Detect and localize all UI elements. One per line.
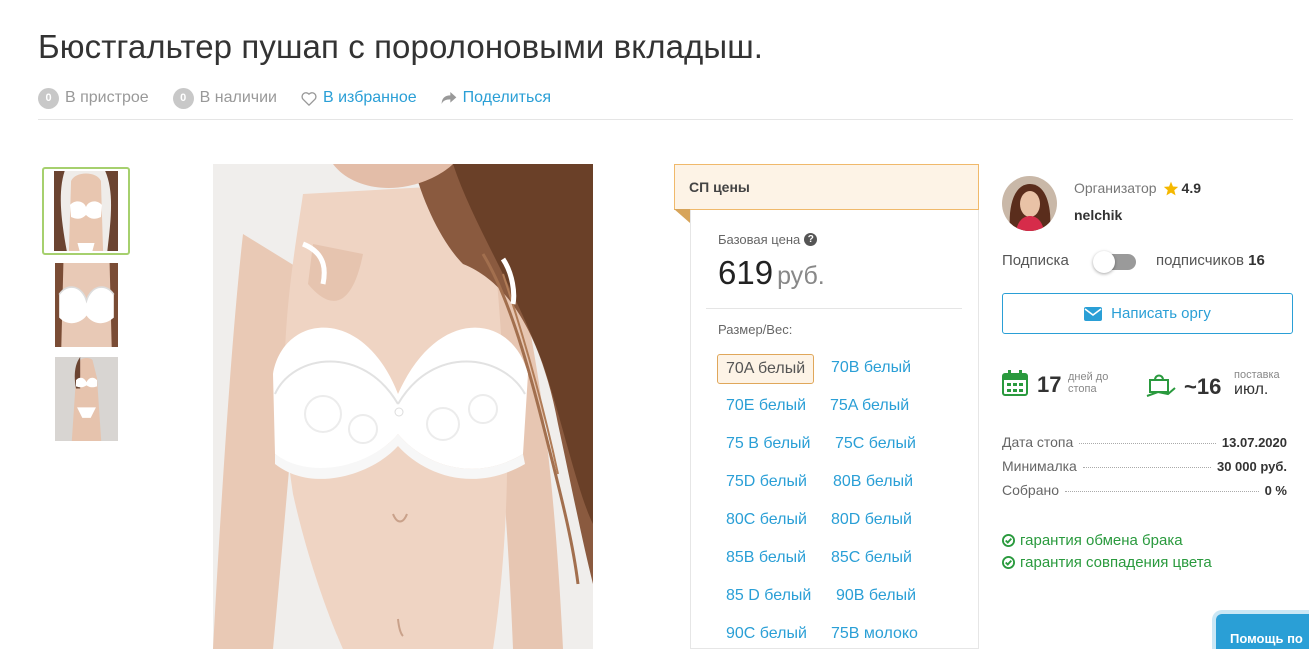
price-amount: 619 — [718, 254, 774, 291]
subscribers-count-text: подписчиков 16 — [1156, 252, 1265, 269]
delivery-bag-icon — [1146, 374, 1176, 397]
attach-label: В пристрое — [65, 89, 149, 106]
share-action[interactable]: Поделиться — [441, 89, 551, 107]
avatar[interactable] — [1002, 176, 1057, 231]
delivery-month: июл. — [1234, 381, 1269, 398]
guarantee-text: гарантия совпадения цвета — [1020, 554, 1212, 571]
product-photo-thumb — [55, 357, 118, 441]
size-option[interactable]: 80B белый — [833, 468, 913, 498]
share-label: Поделиться — [462, 89, 551, 106]
base-price-text: Базовая цена — [718, 232, 801, 247]
attach-count-badge: 0 — [38, 87, 59, 109]
size-option[interactable]: 85B белый — [726, 544, 806, 574]
days-label-1: дней до — [1068, 371, 1109, 383]
attach-action[interactable]: 0 В пристрое — [38, 87, 149, 109]
dot-leader — [1082, 467, 1211, 468]
subscribers-count: 16 — [1248, 252, 1265, 269]
subscribers-label: подписчиков — [1156, 252, 1244, 269]
size-option[interactable]: 75C белый — [835, 430, 916, 460]
size-option[interactable]: 70E белый — [726, 392, 806, 422]
size-option[interactable]: 75B молоко — [831, 620, 918, 649]
favorite-label: В избранное — [322, 89, 417, 106]
size-option[interactable]: 75D белый — [726, 468, 807, 498]
info-value: 13.07.2020 — [1221, 435, 1287, 450]
delivery-label: поставка — [1234, 369, 1280, 381]
guarantee-exchange: гарантия обмена брака — [1002, 532, 1183, 549]
info-label: Минималка — [1002, 458, 1077, 474]
delivery-number: ~16 — [1184, 374, 1222, 399]
size-option[interactable]: 75A белый — [830, 392, 909, 422]
price-panel-header: СП цены — [674, 164, 979, 210]
help-button[interactable]: Помощь по — [1216, 614, 1309, 649]
heart-icon — [301, 91, 317, 106]
product-photo — [213, 164, 593, 649]
size-option[interactable]: 70B белый — [831, 354, 911, 384]
stock-label: В наличии — [199, 89, 277, 106]
in-stock-action[interactable]: 0 В наличии — [172, 87, 277, 109]
size-option[interactable]: 85C белый — [831, 544, 912, 574]
organizer-label: Организатор 4.9 — [1074, 180, 1201, 196]
product-photo-thumb — [55, 263, 118, 347]
dot-leader — [1065, 491, 1259, 492]
check-circle-icon — [1002, 556, 1015, 569]
price-divider — [706, 308, 962, 309]
favorite-action[interactable]: В избранное — [301, 89, 417, 107]
info-value: 30 000 руб. — [1216, 459, 1287, 474]
base-price-label: Базовая цена ? — [718, 232, 818, 247]
message-organizer-button[interactable]: Написать оргу — [1002, 293, 1293, 334]
message-organizer-label: Написать оргу — [1111, 305, 1211, 322]
organizer-name[interactable]: nelchik — [1074, 207, 1122, 223]
price-value: 619 руб. — [718, 254, 825, 292]
stock-count-badge: 0 — [172, 87, 194, 109]
size-option[interactable]: 75 B белый — [726, 430, 810, 460]
info-row-minimum: Минималка 30 000 руб. — [1002, 458, 1287, 474]
size-label: Размер/Вес: — [718, 322, 793, 337]
question-icon[interactable]: ? — [804, 233, 818, 246]
size-option[interactable]: 80D белый — [831, 506, 912, 536]
main-product-photo[interactable] — [213, 164, 593, 649]
size-option[interactable]: 70A белый — [717, 354, 815, 384]
guarantee-text: гарантия обмена брака — [1020, 532, 1183, 549]
envelope-icon — [1084, 306, 1103, 321]
product-photo-thumb — [54, 171, 118, 251]
star-icon — [1163, 181, 1178, 195]
days-label-2: стопа — [1068, 383, 1097, 395]
size-option[interactable]: 80C белый — [726, 506, 807, 536]
check-circle-icon — [1002, 534, 1015, 547]
subscribe-label: Подписка — [1002, 252, 1069, 269]
dot-leader — [1079, 443, 1216, 444]
days-to-stop: 17 — [1037, 372, 1062, 397]
info-label: Собрано — [1002, 482, 1060, 498]
size-option[interactable]: 90C белый — [726, 620, 807, 649]
info-value: 0 % — [1264, 483, 1287, 498]
organizer-rating: 4.9 — [1181, 180, 1202, 196]
product-actions: 0 В пристрое 0 В наличии В избранное Под… — [38, 86, 575, 110]
guarantee-color: гарантия совпадения цвета — [1002, 554, 1212, 571]
share-icon — [441, 92, 456, 104]
price-currency: руб. — [777, 262, 825, 290]
price-panel-fold — [674, 209, 690, 223]
header-divider — [38, 119, 1293, 120]
size-option[interactable]: 90B белый — [836, 582, 916, 612]
organizer-label-text: Организатор — [1074, 180, 1157, 196]
organizer-photo — [1002, 176, 1057, 231]
thumbnail-1[interactable] — [42, 167, 130, 255]
info-row-collected: Собрано 0 % — [1002, 482, 1287, 498]
info-row-stop-date: Дата стопа 13.07.2020 — [1002, 434, 1287, 450]
thumbnail-3[interactable] — [55, 357, 118, 441]
info-label: Дата стопа — [1002, 434, 1074, 450]
thumbnail-2[interactable] — [55, 263, 118, 347]
page-title: Бюстгальтер пушап с поролоновыми вкладыш… — [38, 28, 764, 65]
calendar-icon — [1002, 370, 1028, 396]
size-option[interactable]: 85 D белый — [726, 582, 811, 612]
subscribe-toggle[interactable] — [1093, 251, 1136, 273]
toggle-knob — [1093, 251, 1115, 273]
